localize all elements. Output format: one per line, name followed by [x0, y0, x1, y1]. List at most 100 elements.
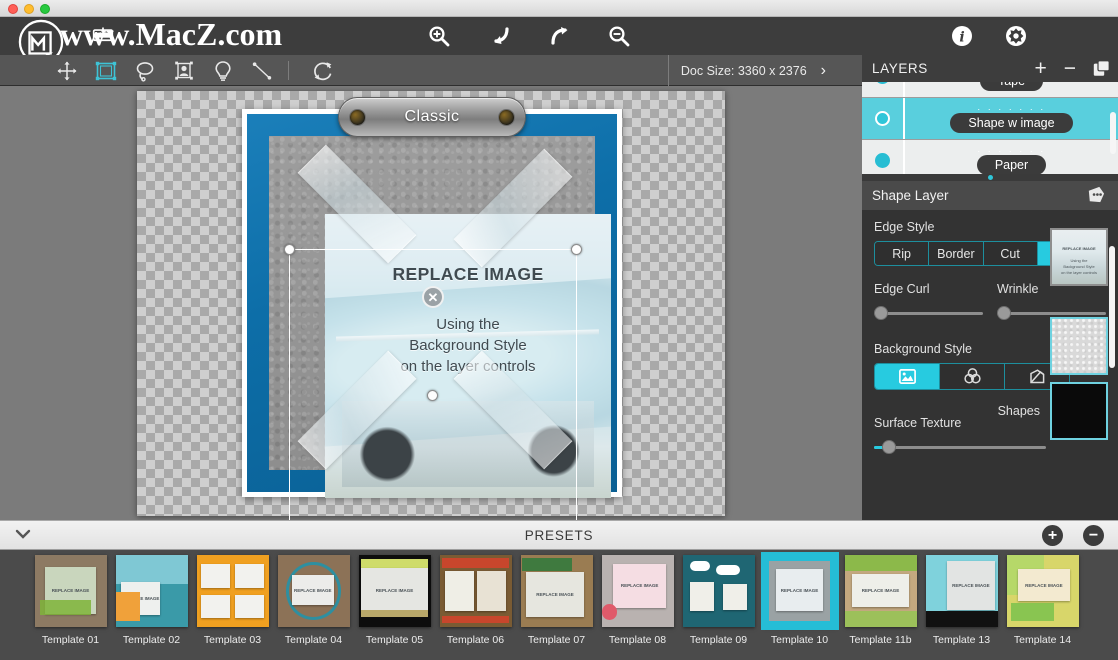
preset-thumbnail[interactable]: REPLACE IMAGE [115, 555, 188, 627]
preset-item[interactable]: REPLACE IMAGE Template 04 [273, 555, 354, 646]
shape-options-icon[interactable] [1085, 185, 1106, 206]
remove-layer-button[interactable]: − [1064, 58, 1076, 79]
settings-icon[interactable] [1005, 25, 1027, 47]
background-style-segmented-control[interactable] [874, 363, 1070, 390]
preset-label: Template 13 [932, 634, 991, 646]
edge-curl-slider-knob[interactable] [874, 306, 888, 320]
close-window-button[interactable] [8, 4, 18, 14]
chevron-down-icon[interactable] [14, 528, 32, 540]
layer-visibility-dot[interactable] [875, 111, 890, 126]
doc-size-expand-arrow[interactable]: › [821, 62, 826, 79]
preset-thumbnail[interactable]: REPLACE IMAGE [358, 555, 431, 627]
nameplate-label: Classic [404, 108, 460, 125]
right-panel: LAYERS + − · · · · · · · Tape [862, 55, 1118, 610]
add-layer-button[interactable]: + [1034, 58, 1046, 79]
lasso-tool[interactable] [132, 58, 158, 83]
preset-thumbnail[interactable]: REPLACE IMAGE [844, 555, 917, 627]
preset-item[interactable]: REPLACE IMAGE Template 07 [516, 555, 597, 646]
preset-item[interactable]: Template 06 [435, 555, 516, 646]
add-preset-button[interactable]: + [1042, 525, 1063, 546]
preset-item[interactable]: REPLACE IMAGE Template 13 [921, 555, 1002, 646]
color-blend-icon [963, 368, 981, 384]
preset-label: Template 09 [689, 634, 748, 646]
background-style-option-image[interactable] [875, 364, 940, 389]
background-preview-sub3: on the layer controls [1060, 270, 1098, 275]
zoom-window-button[interactable] [40, 4, 50, 14]
layer-visibility-dot[interactable] [875, 82, 890, 84]
move-tool[interactable] [54, 58, 80, 83]
preset-card-title: REPLACE IMAGE [620, 583, 659, 589]
surface-texture-slider-knob[interactable] [882, 440, 896, 454]
preset-thumbnail[interactable] [196, 555, 269, 627]
preset-item[interactable]: Template 03 [192, 555, 273, 646]
edge-style-option-cut[interactable]: Cut [983, 242, 1038, 265]
preset-item[interactable]: Template 09 [678, 555, 759, 646]
layer-row[interactable]: · · · · · · · Paper [862, 140, 1118, 174]
undo-icon[interactable] [489, 25, 511, 47]
light-tool[interactable] [210, 58, 236, 83]
background-style-option-color[interactable] [940, 364, 1005, 389]
screen-icon[interactable] [92, 25, 114, 47]
minimize-window-button[interactable] [24, 4, 34, 14]
background-preview-thumbnail[interactable]: REPLACE IMAGE Using the Background Style… [1050, 228, 1108, 286]
layers-scrollbar[interactable] [1110, 112, 1116, 154]
layer-name-pill[interactable]: Shape w image [950, 112, 1073, 133]
nameplate[interactable]: Classic [338, 97, 526, 137]
wrinkle-slider-knob[interactable] [997, 306, 1011, 320]
layer-visibility-dot[interactable] [875, 153, 890, 168]
preset-thumbnail[interactable]: REPLACE IMAGE [1006, 555, 1079, 627]
surface-texture-thumbnail[interactable] [1050, 317, 1108, 375]
preset-item[interactable]: REPLACE IMAGE Template 11b [840, 555, 921, 646]
preset-item[interactable]: REPLACE IMAGE Template 08 [597, 555, 678, 646]
zoom-out-icon[interactable] [608, 25, 630, 47]
document-canvas[interactable]: REPLACE IMAGE Using the Background Style… [137, 91, 725, 520]
surface-texture-slider[interactable] [874, 440, 1046, 454]
edge-style-option-border[interactable]: Border [929, 242, 984, 265]
preset-thumbnail[interactable] [439, 555, 512, 627]
preset-thumbnail[interactable]: REPLACE IMAGE [277, 555, 350, 627]
preset-item[interactable]: REPLACE IMAGE Template 10 [759, 552, 840, 646]
shapes-thumbnail[interactable] [1050, 382, 1108, 440]
layer-row[interactable]: · · · · · · · Shape w image [862, 98, 1118, 140]
portrait-tool[interactable] [171, 58, 197, 83]
photo-layer[interactable]: REPLACE IMAGE Using the Background Style… [325, 214, 611, 498]
presets-strip[interactable]: REPLACE IMAGE Template 01 REPLACE IMAGE … [0, 550, 1118, 660]
info-icon[interactable]: i [951, 25, 973, 47]
edge-style-option-rip[interactable]: Rip [875, 242, 930, 265]
preset-thumbnail[interactable] [682, 555, 755, 627]
shapes-preview [1052, 384, 1106, 438]
zoom-in-icon[interactable] [428, 25, 450, 47]
doc-size-indicator[interactable]: Doc Size: 3360 x 2376 › [667, 55, 837, 86]
edge-curl-slider[interactable] [874, 306, 983, 320]
duplicate-layers-icon[interactable] [1093, 60, 1110, 77]
preset-card-title: REPLACE IMAGE [536, 592, 574, 598]
layer-name-pill[interactable]: Paper [976, 154, 1047, 174]
shape-panel-scrollbar[interactable] [1109, 246, 1115, 368]
preset-item[interactable]: REPLACE IMAGE Template 02 [111, 555, 192, 646]
layer-row[interactable]: · · · · · · · Tape [862, 82, 1118, 98]
preset-thumbnail[interactable]: REPLACE IMAGE [34, 555, 107, 627]
canvas-area[interactable]: REPLACE IMAGE Using the Background Style… [0, 86, 862, 520]
pattern-fill-icon [1030, 368, 1045, 383]
rotate-tool[interactable] [310, 58, 336, 83]
layers-list[interactable]: · · · · · · · Tape · · · · · · · Shape w… [862, 82, 1118, 174]
preset-thumbnail[interactable]: REPLACE IMAGE [520, 555, 593, 627]
layer-name-pill[interactable]: Tape [979, 82, 1044, 91]
preset-item[interactable]: REPLACE IMAGE Template 05 [354, 555, 435, 646]
preset-item[interactable]: REPLACE IMAGE Template 01 [30, 555, 111, 646]
preset-card [445, 570, 475, 612]
preset-item[interactable]: REPLACE IMAGE Template 14 [1002, 555, 1083, 646]
preset-thumbnail[interactable]: REPLACE IMAGE [925, 555, 998, 627]
edge-curl-label: Edge Curl [874, 282, 930, 296]
redo-icon[interactable] [549, 25, 571, 47]
preset-card-title: REPLACE IMAGE [375, 587, 414, 593]
toolbar-separator [288, 61, 289, 80]
svg-text:i: i [959, 30, 964, 46]
background-preview-title: REPLACE IMAGE [1062, 246, 1096, 251]
remove-preset-button[interactable]: − [1083, 525, 1104, 546]
preset-thumbnail[interactable]: REPLACE IMAGE [601, 555, 674, 627]
crop-tool[interactable] [93, 58, 119, 83]
line-tool[interactable] [249, 58, 275, 83]
preset-label: Template 04 [284, 634, 343, 646]
preset-thumbnail[interactable]: REPLACE IMAGE [760, 552, 839, 630]
